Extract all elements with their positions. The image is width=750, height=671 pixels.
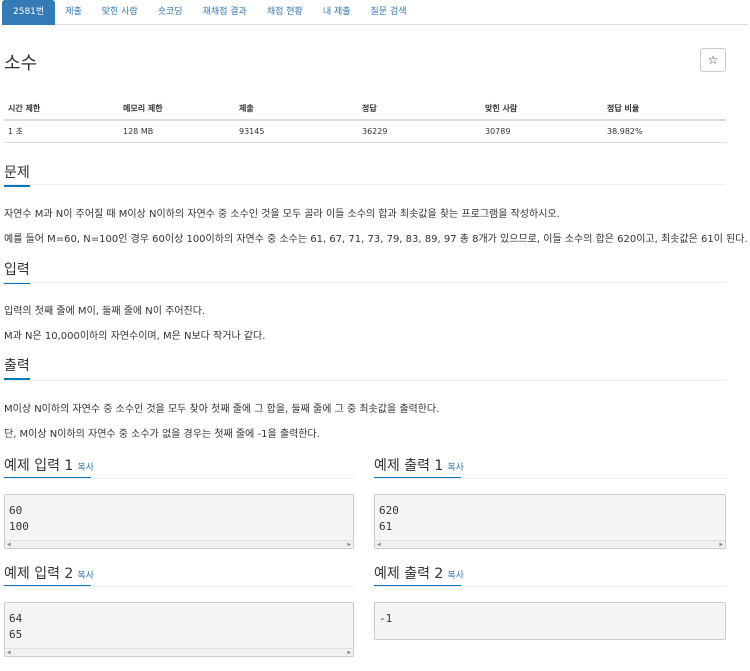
sample-output-1-heading: 예제 출력 1 복사 xyxy=(374,455,464,475)
star-icon: ☆ xyxy=(707,53,719,67)
sample-output-1-title: 예제 출력 1 xyxy=(374,458,444,474)
sample-input-2-box[interactable]: 64 65 ◀ ▶ xyxy=(4,602,354,657)
sample-input-1-title: 예제 입력 1 xyxy=(4,458,74,474)
sample-line: 620 xyxy=(379,504,399,517)
sample-input-1-heading: 예제 입력 1 복사 xyxy=(4,455,94,475)
scroll-left-icon[interactable]: ◀ xyxy=(7,648,11,657)
output-description-1: M이상 N이하의 자연수 중 소수인 것을 모두 찾아 첫째 줄에 그 합을, … xyxy=(4,404,440,415)
header-time-limit: 시간 제한 xyxy=(4,97,119,121)
tab-status[interactable]: 채점 현황 xyxy=(257,0,313,25)
problem-heading-text: 문제 xyxy=(4,165,30,181)
sample-output-2-heading: 예제 출력 2 복사 xyxy=(374,563,464,583)
sample-input-1-box[interactable]: 60 100 ◀ ▶ xyxy=(4,494,354,549)
problem-tabs: 2581번 제출 맞힌 사람 숏코딩 재채점 결과 채점 현황 내 제출 질문 … xyxy=(2,0,748,25)
section-divider xyxy=(4,478,354,479)
favorite-button[interactable]: ☆ xyxy=(700,48,726,72)
input-section-heading: 입력 xyxy=(4,259,30,284)
section-divider xyxy=(4,380,726,381)
tab-short-coding[interactable]: 숏코딩 xyxy=(148,0,193,25)
sample-input-2-title: 예제 입력 2 xyxy=(4,566,74,582)
sample-line: 61 xyxy=(379,520,393,533)
sample-line: 65 xyxy=(9,628,23,641)
scroll-right-icon[interactable]: ▶ xyxy=(347,648,351,657)
sample-output-2-title: 예제 출력 2 xyxy=(374,566,444,582)
header-ratio: 정답 비율 xyxy=(603,97,726,121)
header-submissions: 제출 xyxy=(235,97,358,121)
heading-underline xyxy=(4,185,30,187)
info-value-row: 1 초 128 MB 93145 36229 30789 38.982% xyxy=(4,120,726,143)
tab-my-submissions[interactable]: 내 제출 xyxy=(313,0,361,25)
horizontal-scrollbar[interactable]: ◀ ▶ xyxy=(375,540,725,548)
sample-output-1-box[interactable]: 620 61 ◀ ▶ xyxy=(374,494,726,549)
info-header-row: 시간 제한 메모리 제한 제출 정답 맞힌 사람 정답 비율 xyxy=(4,97,726,121)
copy-sample-input-2-button[interactable]: 복사 xyxy=(77,571,94,581)
sample-input-2-heading: 예제 입력 2 복사 xyxy=(4,563,94,583)
horizontal-scrollbar[interactable]: ◀ ▶ xyxy=(5,648,353,656)
problem-description-2: 예를 들어 M=60, N=100인 경우 60이상 100이하의 자연수 중 … xyxy=(4,234,748,245)
section-divider xyxy=(4,586,354,587)
sample-output-2-box[interactable]: -1 xyxy=(374,602,726,640)
input-heading-text: 입력 xyxy=(4,262,30,278)
section-divider xyxy=(374,586,726,587)
value-ratio: 38.982% xyxy=(603,120,726,143)
input-description-2: M과 N은 10,000이하의 자연수이며, M은 N보다 작거나 같다. xyxy=(4,331,266,342)
value-submissions: 93145 xyxy=(235,120,358,143)
header-accepted: 정답 xyxy=(358,97,481,121)
problem-description-1: 자연수 M과 N이 주어질 때 M이상 N이하의 자연수 중 소수인 것을 모두… xyxy=(4,209,560,220)
copy-sample-output-1-button[interactable]: 복사 xyxy=(447,463,464,473)
tab-problem[interactable]: 2581번 xyxy=(2,0,56,25)
scroll-left-icon[interactable]: ◀ xyxy=(7,540,11,549)
section-divider xyxy=(374,478,726,479)
tab-questions[interactable]: 질문 검색 xyxy=(361,0,417,25)
input-description-1: 입력의 첫째 줄에 M이, 둘째 줄에 N이 주어진다. xyxy=(4,306,206,317)
header-memory-limit: 메모리 제한 xyxy=(119,97,235,121)
problem-info-table: 시간 제한 메모리 제한 제출 정답 맞힌 사람 정답 비율 1 초 128 M… xyxy=(4,97,726,143)
copy-sample-output-2-button[interactable]: 복사 xyxy=(447,571,464,581)
sample-line: 60 xyxy=(9,504,23,517)
problem-section-heading: 문제 xyxy=(4,162,30,187)
section-divider xyxy=(4,282,726,283)
scroll-left-icon[interactable]: ◀ xyxy=(377,540,381,549)
tab-solvers[interactable]: 맞힌 사람 xyxy=(92,0,148,25)
tab-rejudge[interactable]: 재채점 결과 xyxy=(193,0,257,25)
value-accepted: 36229 xyxy=(358,120,481,143)
output-section-heading: 출력 xyxy=(4,355,30,380)
horizontal-scrollbar[interactable]: ◀ ▶ xyxy=(5,540,353,548)
value-solvers: 30789 xyxy=(481,120,603,143)
page-title: 소수 xyxy=(4,53,38,74)
header-solvers: 맞힌 사람 xyxy=(481,97,603,121)
tab-submit[interactable]: 제출 xyxy=(55,0,92,25)
value-memory-limit: 128 MB xyxy=(119,120,235,143)
scroll-right-icon[interactable]: ▶ xyxy=(347,540,351,549)
copy-sample-input-1-button[interactable]: 복사 xyxy=(77,463,94,473)
scroll-right-icon[interactable]: ▶ xyxy=(719,540,723,549)
sample-line: 64 xyxy=(9,612,23,625)
value-time-limit: 1 초 xyxy=(4,120,119,143)
sample-line: 100 xyxy=(9,520,29,533)
output-description-2: 단, M이상 N이하의 자연수 중 소수가 없을 경우는 첫째 줄에 -1을 출… xyxy=(4,429,320,440)
sample-line: -1 xyxy=(379,612,393,625)
output-heading-text: 출력 xyxy=(4,358,30,374)
section-divider xyxy=(4,184,726,185)
